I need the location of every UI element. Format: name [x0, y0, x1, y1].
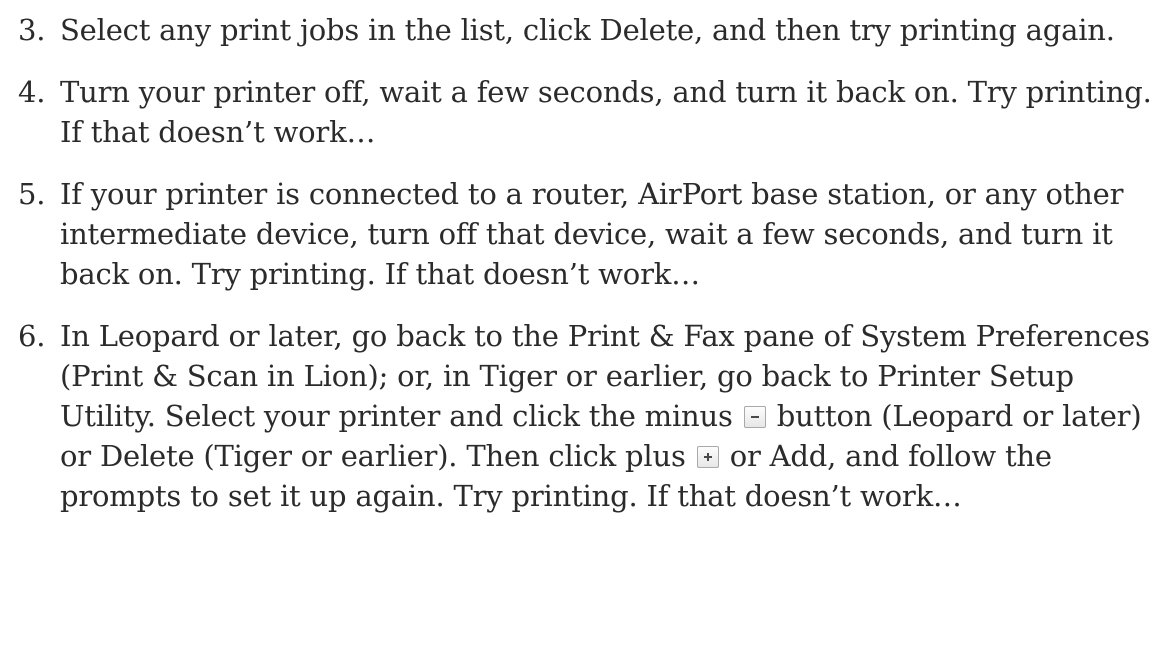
minus-button-icon — [743, 406, 766, 428]
plus-button-icon — [696, 446, 719, 468]
step-number: 5. — [18, 177, 46, 211]
step-4: 4. Turn your printer off, wait a few sec… — [0, 72, 1166, 152]
step-number: 6. — [18, 319, 46, 353]
step-5: 5. If your printer is connected to a rou… — [0, 174, 1166, 294]
step-text: If your printer is connected to a router… — [60, 177, 1124, 291]
step-text: Turn your printer off, wait a few second… — [60, 75, 1152, 149]
step-number: 4. — [18, 75, 46, 109]
step-6: 6. In Leopard or later, go back to the P… — [0, 316, 1166, 516]
step-text: Select any print jobs in the list, click… — [60, 13, 1115, 47]
step-3: 3. Select any print jobs in the list, cl… — [0, 0, 1166, 50]
step-number: 3. — [18, 13, 46, 47]
step-text: In Leopard or later, go back to the Prin… — [60, 316, 1166, 516]
troubleshooting-steps-list: 3. Select any print jobs in the list, cl… — [0, 0, 1166, 538]
